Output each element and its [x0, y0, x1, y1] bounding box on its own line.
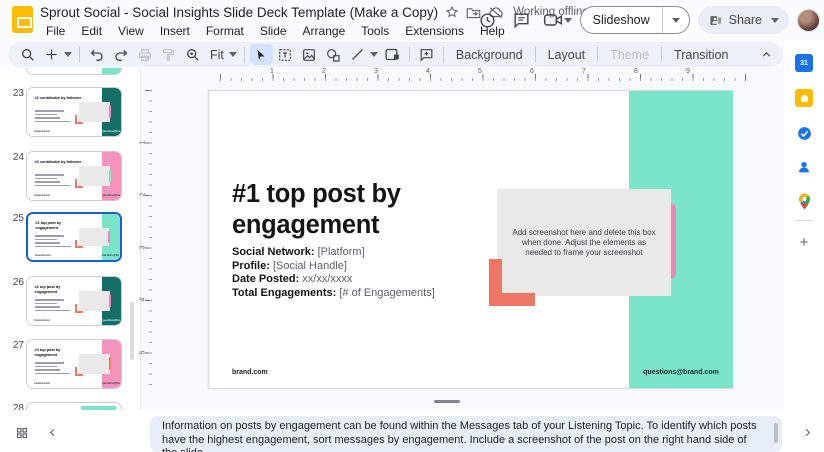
menu-slide[interactable]: Slide	[254, 23, 293, 39]
hide-menus-icon[interactable]	[755, 48, 777, 61]
star-icon[interactable]	[445, 5, 459, 19]
thumbnail-preview: #1 top post by engagement brand.com ques…	[28, 214, 120, 260]
slide-footer-brand[interactable]: brand.com	[232, 369, 268, 376]
top-bar: Sprout Social - Social Insights Slide De…	[0, 0, 824, 40]
bottom-bar: Information on posts by engagement can b…	[0, 410, 784, 452]
contacts-icon[interactable]	[795, 158, 813, 176]
maps-icon[interactable]	[795, 192, 813, 210]
horizontal-ruler: 1 2 3 4 5 6 7 8 9	[153, 70, 778, 81]
redo-icon[interactable]	[109, 44, 132, 65]
slide-canvas: 1 2 3 4 5 6 7 8 9 1 2 3 4 5 #1 top post …	[140, 68, 784, 410]
menu-format[interactable]: Format	[200, 23, 250, 39]
slide-footer-email[interactable]: questions@brand.com	[629, 369, 733, 376]
google-slides-app: Sprout Social - Social Insights Slide De…	[0, 0, 824, 452]
slide-details-text[interactable]: Social Network: [Platform] Profile: [Soc…	[232, 246, 435, 300]
meet-camera-button[interactable]	[543, 12, 572, 28]
slideshow-button[interactable]: Slideshow	[580, 6, 690, 34]
menu-file[interactable]: File	[40, 23, 71, 39]
insert-image-icon[interactable]	[298, 44, 321, 65]
thumbnail-preview: #3 top post by engagement brand.com ques…	[27, 340, 121, 388]
menu-tools[interactable]: Tools	[355, 23, 395, 39]
comment-history-icon[interactable]	[509, 7, 535, 33]
slide-number: 26	[8, 277, 24, 288]
zoom-in-icon[interactable]	[181, 44, 204, 65]
insert-shape-icon[interactable]	[322, 44, 345, 65]
menu-arrange[interactable]: Arrange	[297, 23, 352, 39]
insert-comment-icon[interactable]	[415, 44, 438, 65]
hide-side-panel-icon[interactable]	[802, 425, 813, 443]
slides-logo-icon[interactable]	[12, 6, 33, 33]
version-history-icon[interactable]	[475, 7, 501, 33]
slide-number: 27	[8, 340, 24, 351]
background-button[interactable]: Background	[449, 48, 530, 62]
menu-insert[interactable]: Insert	[154, 23, 196, 39]
undo-icon[interactable]	[85, 44, 108, 65]
share-lock-icon	[708, 13, 723, 28]
insert-line-icon[interactable]	[346, 44, 369, 65]
insert-video-icon[interactable]	[381, 44, 404, 65]
slide-number: 23	[8, 88, 24, 99]
slide-filmstrip: 23 #2 contributor by follower brand.com …	[0, 68, 140, 410]
menu-extensions[interactable]: Extensions	[399, 23, 470, 39]
print-icon[interactable]	[133, 44, 156, 65]
vertical-ruler: 1 2 3 4 5	[141, 81, 152, 406]
keep-icon[interactable]	[795, 89, 813, 107]
slideshow-options-caret[interactable]	[662, 7, 689, 33]
notes-scrollbar[interactable]	[774, 423, 778, 443]
search-menus-icon[interactable]	[16, 44, 39, 65]
menu-edit[interactable]: Edit	[75, 23, 108, 39]
new-slide-button[interactable]	[40, 44, 63, 65]
collapse-filmstrip-icon[interactable]	[47, 425, 58, 443]
meet-caret-icon[interactable]	[564, 18, 572, 23]
document-title[interactable]: Sprout Social - Social Insights Slide De…	[40, 5, 438, 20]
select-tool-icon[interactable]	[250, 44, 273, 65]
zoom-select[interactable]: Fit	[205, 48, 239, 62]
calendar-icon[interactable]: 31	[795, 54, 813, 72]
zoom-caret-icon	[229, 52, 237, 57]
new-slide-caret-icon[interactable]	[64, 52, 72, 57]
user-avatar[interactable]	[797, 9, 820, 32]
side-panel-rail: 31 +	[784, 40, 824, 452]
thumbnail-preview: #3 contributor by follower brand.com que…	[27, 152, 121, 200]
paint-format-icon[interactable]	[157, 44, 180, 65]
thumbnail-preview: #2 top post by engagement brand.com ques…	[27, 277, 121, 325]
grid-view-icon[interactable]	[16, 426, 28, 444]
slide-editor-page[interactable]: #1 top post by engagement Social Network…	[208, 90, 733, 389]
get-addons-icon[interactable]: +	[795, 233, 813, 251]
notes-resize-handle[interactable]	[434, 400, 460, 403]
speaker-notes[interactable]: Information on posts by engagement can b…	[150, 416, 782, 452]
share-caret-icon[interactable]	[771, 18, 779, 23]
main-toolbar: Fit Background Layout Theme	[8, 42, 783, 67]
coral-corner-bracket[interactable]	[489, 259, 535, 306]
menu-view[interactable]: View	[112, 23, 150, 39]
thumbnail-preview: #2 contributor by follower brand.com que…	[27, 88, 121, 136]
text-box-icon[interactable]	[274, 44, 297, 65]
share-button[interactable]: Share	[698, 6, 789, 34]
transition-button[interactable]: Transition	[667, 48, 735, 62]
line-caret-icon[interactable]	[370, 52, 378, 57]
layout-button[interactable]: Layout	[541, 48, 593, 62]
filmstrip-scrollbar[interactable]	[130, 302, 134, 360]
theme-button[interactable]: Theme	[603, 48, 656, 62]
tasks-icon[interactable]	[795, 124, 813, 142]
slide-number: 25	[8, 213, 24, 224]
slide-number: 24	[8, 152, 24, 163]
